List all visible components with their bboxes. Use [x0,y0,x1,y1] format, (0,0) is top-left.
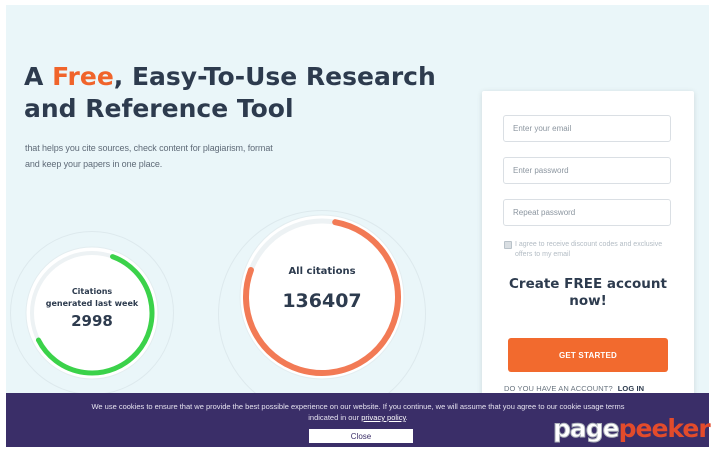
watermark-part1: page [553,414,621,444]
login-prompt: DO YOU HAVE AN ACCOUNT? LOG IN [504,384,679,393]
all-stat-label: All citations [288,266,356,277]
agree-checkbox[interactable] [504,241,512,249]
pagepeeker-watermark: pagepeeker [553,412,713,446]
password-field[interactable] [503,157,671,184]
signup-heading-line1: Create FREE account [509,276,667,292]
email-field[interactable] [503,115,671,142]
all-stat-value: 136407 [282,290,362,312]
signup-form: I agree to receive discount codes and ex… [482,91,694,401]
get-started-button[interactable]: GET STARTED [508,338,668,372]
cookie-close-button[interactable]: Close [309,429,413,443]
cookie-message-lead: indicated in our [308,413,362,422]
agree-checkbox-label: I agree to receive discount codes and ex… [515,241,663,258]
repeat-password-field[interactable] [503,199,671,226]
account-question: DO YOU HAVE AN ACCOUNT? [504,384,613,393]
cookie-message-end: . [405,413,408,422]
signup-heading-line2: now! [569,293,607,309]
login-link[interactable]: LOG IN [618,384,644,393]
signup-heading: Create FREE account now! [496,276,680,310]
cookie-message-line1: We use cookies to ensure that we provide… [91,402,625,411]
watermark-part2: peeker [618,414,711,443]
page-background: A Free, Easy-To-Use Research and Referen… [6,5,709,447]
privacy-policy-link[interactable]: privacy policy [361,413,405,422]
